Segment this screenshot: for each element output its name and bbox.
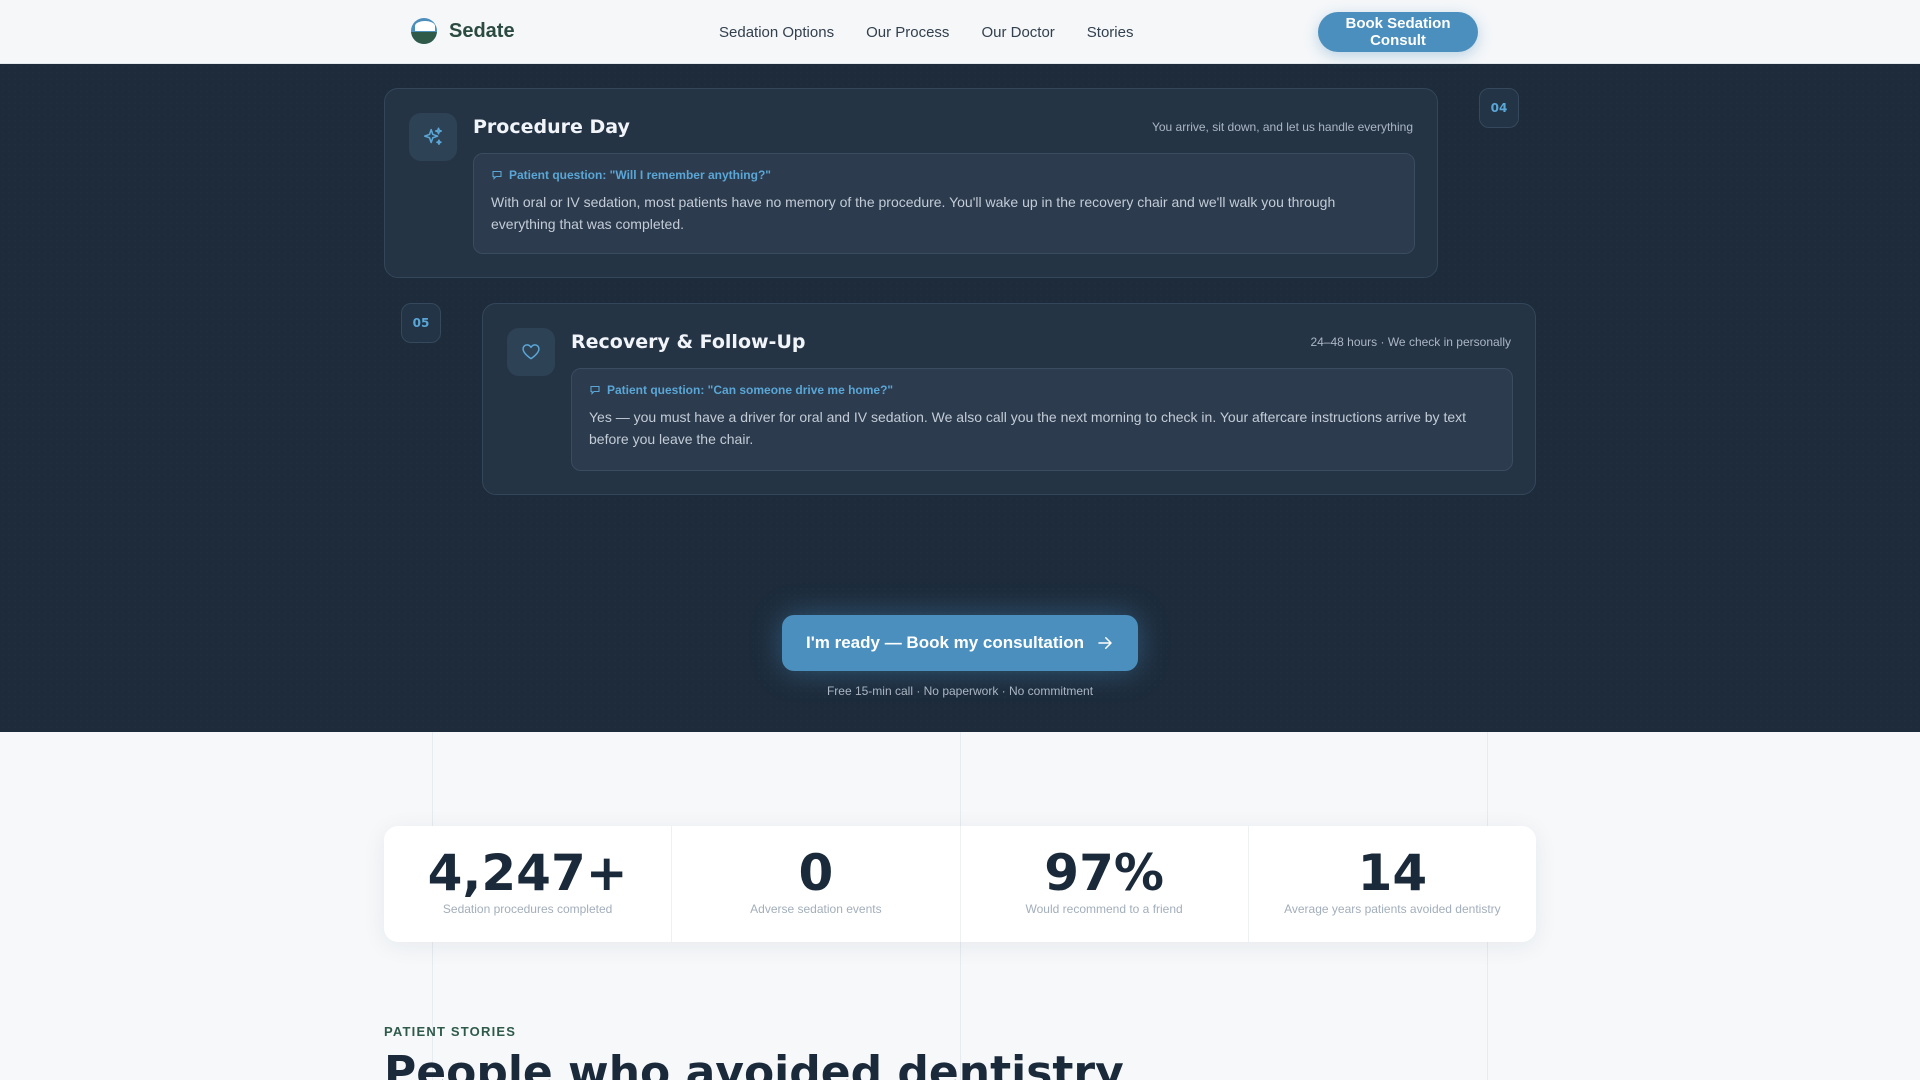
- speech-bubble-icon: [492, 170, 502, 180]
- nav-link-our-doctor[interactable]: Our Doctor: [981, 24, 1054, 41]
- patient-answer: With oral or IV sedation, most patients …: [491, 194, 1336, 232]
- book-consultation-label: I'm ready — Book my consultation: [806, 633, 1084, 652]
- top-nav: Sedate Sedation Options Our Process Our …: [0, 0, 1920, 64]
- step-card-procedure-day: Procedure Day You arrive, sit down, and …: [384, 88, 1438, 278]
- patient-question-text: Patient question: "Can someone drive me …: [607, 383, 894, 397]
- stat-value: 4,247+: [427, 844, 628, 902]
- section-eyebrow: PATIENT STORIES: [384, 1024, 517, 1039]
- brand-name: Sedate: [449, 19, 515, 42]
- stat-years-avoided: 14 Average years patients avoided dentis…: [1249, 826, 1536, 942]
- stat-label: Adverse sedation events: [750, 902, 882, 916]
- step-meta: 24–48 hours · We check in personally: [1310, 335, 1511, 349]
- brand[interactable]: Sedate: [411, 18, 515, 44]
- section-title: People who avoided dentistry: [384, 1047, 1124, 1080]
- stat-label: Would recommend to a friend: [1025, 902, 1183, 916]
- stat-value: 97%: [1044, 844, 1164, 902]
- cta-note: Free 15-min call · No paperwork · No com…: [826, 684, 1094, 698]
- heart-icon: [507, 328, 555, 376]
- logo-icon: [411, 18, 437, 44]
- arrow-right-icon: [1098, 637, 1112, 649]
- patient-question-box: Patient question: "Will I remember anyth…: [473, 153, 1415, 254]
- stat-recommend: 97% Would recommend to a friend: [961, 826, 1249, 942]
- step-title: Procedure Day: [473, 116, 630, 138]
- step-number-badge: 04: [1479, 88, 1519, 128]
- step-card-recovery: Recovery & Follow-Up 24–48 hours · We ch…: [482, 303, 1536, 495]
- nav-links: Sedation Options Our Process Our Doctor …: [719, 24, 1133, 41]
- stats-section: 4,247+ Sedation procedures completed 0 A…: [0, 732, 1920, 1080]
- stat-adverse-events: 0 Adverse sedation events: [672, 826, 961, 942]
- patient-answer: Yes — you must have a driver for oral an…: [589, 409, 1467, 447]
- step-title: Recovery & Follow-Up: [571, 331, 806, 353]
- stat-label: Sedation procedures completed: [442, 902, 613, 916]
- nav-link-stories[interactable]: Stories: [1087, 24, 1134, 41]
- stat-procedures: 4,247+ Sedation procedures completed: [384, 826, 673, 942]
- process-section: Procedure Day You arrive, sit down, and …: [0, 64, 1920, 732]
- stat-value: 0: [798, 844, 834, 902]
- book-sedation-consult-button[interactable]: Book Sedation Consult: [1318, 12, 1478, 52]
- sparkles-icon: [409, 113, 457, 161]
- patient-question: Patient question: "Will I remember anyth…: [491, 168, 1397, 182]
- nav-link-sedation-options[interactable]: Sedation Options: [719, 24, 834, 41]
- patient-question: Patient question: "Can someone drive me …: [589, 383, 1495, 397]
- patient-question-box: Patient question: "Can someone drive me …: [571, 368, 1513, 471]
- step-meta: You arrive, sit down, and let us handle …: [1151, 120, 1413, 134]
- stat-value: 14: [1357, 844, 1428, 902]
- step-number-badge: 05: [401, 303, 441, 343]
- nav-link-our-process[interactable]: Our Process: [866, 24, 949, 41]
- speech-bubble-icon: [590, 385, 600, 395]
- book-consultation-button[interactable]: I'm ready — Book my consultation: [782, 615, 1138, 671]
- patient-question-text: Patient question: "Will I remember anyth…: [509, 168, 771, 182]
- stat-label: Average years patients avoided dentistry: [1284, 902, 1501, 916]
- stats-card: 4,247+ Sedation procedures completed 0 A…: [384, 826, 1536, 942]
